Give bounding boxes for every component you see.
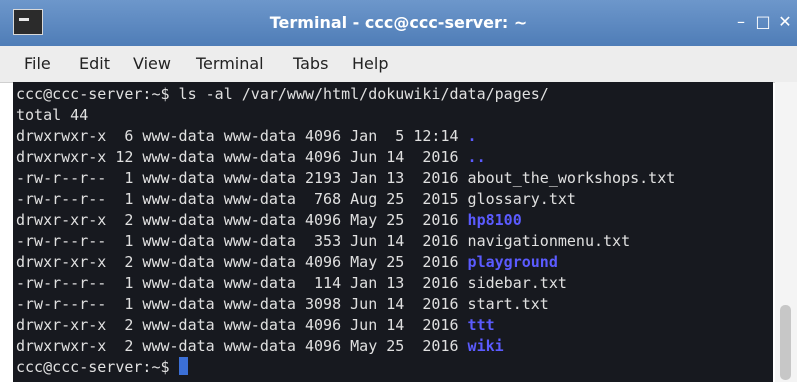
list-item: -rw-r--r-- 1 www-data www-data 114 Jan 1… xyxy=(16,273,567,294)
text-cursor xyxy=(178,357,188,375)
list-item: drwxr-xr-x 2 www-data www-data 4096 Jun … xyxy=(16,315,495,336)
menu-file[interactable]: File xyxy=(24,46,51,82)
entry-attributes: -rw-r--r-- 1 www-data www-data 353 Jun 1… xyxy=(16,232,468,250)
terminal-output[interactable]: ccc@ccc-server:~$ ls -al /var/www/html/d… xyxy=(13,82,773,382)
entry-name: .. xyxy=(467,148,486,166)
entry-name: about_the_workshops.txt xyxy=(467,169,676,187)
entry-attributes: drwxr-xr-x 2 www-data www-data 4096 Jun … xyxy=(16,316,468,334)
menu-view[interactable]: View xyxy=(133,46,171,82)
entry-attributes: drwxr-xr-x 2 www-data www-data 4096 May … xyxy=(16,253,468,271)
entry-attributes: -rw-r--r-- 1 www-data www-data 768 Aug 2… xyxy=(16,190,468,208)
maximize-button[interactable]: □ xyxy=(753,12,773,32)
entry-name: hp8100 xyxy=(467,211,522,229)
entry-name: sidebar.txt xyxy=(467,274,567,292)
menu-bar: File Edit View Terminal Tabs Help xyxy=(0,46,797,83)
menu-tabs[interactable]: Tabs xyxy=(293,46,328,82)
minimize-button[interactable]: – xyxy=(731,12,751,32)
list-item: -rw-r--r-- 1 www-data www-data 3098 Jun … xyxy=(16,294,549,315)
shell-prompt: ccc@ccc-server:~$ xyxy=(16,358,179,376)
list-item: drwxrwxr-x 6 www-data www-data 4096 Jan … xyxy=(16,126,477,147)
entry-attributes: drwxrwxr-x 12 www-data www-data 4096 Jun… xyxy=(16,148,468,166)
entry-name: glossary.txt xyxy=(467,190,576,208)
list-item: drwxr-xr-x 2 www-data www-data 4096 May … xyxy=(16,252,558,273)
entry-attributes: drwxrwxr-x 6 www-data www-data 4096 Jan … xyxy=(16,127,468,145)
command-line: ccc@ccc-server:~$ ls -al /var/www/html/d… xyxy=(16,85,549,103)
scrollbar-thumb[interactable] xyxy=(780,305,791,380)
list-item: drwxrwxr-x 12 www-data www-data 4096 Jun… xyxy=(16,147,486,168)
menu-terminal[interactable]: Terminal xyxy=(196,46,264,82)
prompt-line: ccc@ccc-server:~$ xyxy=(16,357,188,378)
entry-name: start.txt xyxy=(467,295,549,313)
entry-name: . xyxy=(467,127,477,145)
entry-attributes: -rw-r--r-- 1 www-data www-data 2193 Jan … xyxy=(16,169,468,187)
entry-attributes: -rw-r--r-- 1 www-data www-data 114 Jan 1… xyxy=(16,274,468,292)
entry-attributes: drwxr-xr-x 2 www-data www-data 4096 May … xyxy=(16,211,468,229)
title-bar[interactable]: Terminal - ccc@ccc-server: ~ – □ ✕ xyxy=(0,0,797,46)
entry-name: playground xyxy=(467,253,558,271)
entry-attributes: drwxrwxr-x 2 www-data www-data 4096 May … xyxy=(16,337,468,355)
entry-name: ttt xyxy=(467,316,495,334)
list-item: drwxr-xr-x 2 www-data www-data 4096 May … xyxy=(16,210,522,231)
window-title: Terminal - ccc@ccc-server: ~ xyxy=(269,13,528,32)
list-item: -rw-r--r-- 1 www-data www-data 2193 Jan … xyxy=(16,168,675,189)
menu-help[interactable]: Help xyxy=(352,46,388,82)
entry-name: wiki xyxy=(467,337,504,355)
close-button[interactable]: ✕ xyxy=(775,12,795,32)
total-line: total 44 xyxy=(16,106,89,124)
list-item: drwxrwxr-x 2 www-data www-data 4096 May … xyxy=(16,336,504,357)
entry-name: navigationmenu.txt xyxy=(467,232,631,250)
menu-edit[interactable]: Edit xyxy=(79,46,110,82)
list-item: -rw-r--r-- 1 www-data www-data 768 Aug 2… xyxy=(16,189,576,210)
entry-attributes: -rw-r--r-- 1 www-data www-data 3098 Jun … xyxy=(16,295,468,313)
terminal-window: Terminal - ccc@ccc-server: ~ – □ ✕ File … xyxy=(0,0,797,385)
list-item: -rw-r--r-- 1 www-data www-data 353 Jun 1… xyxy=(16,231,630,252)
